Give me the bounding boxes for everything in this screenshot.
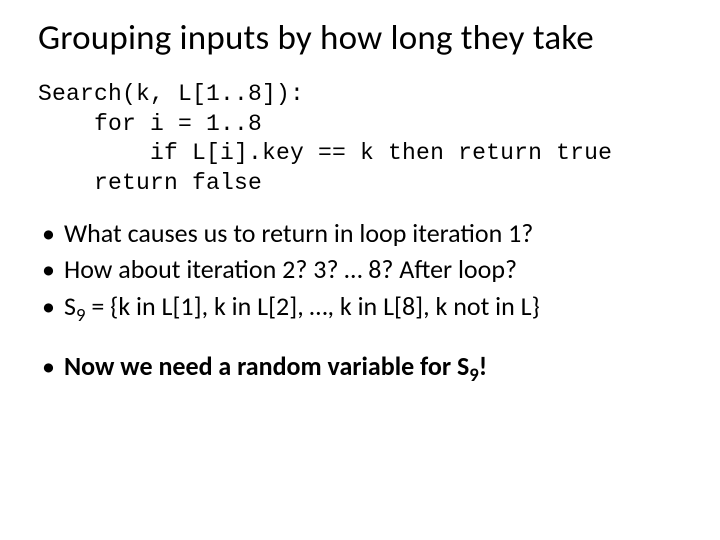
bullet-3-post: = {k in L[1], k in L[2], …, k in L[8], k… — [85, 290, 539, 322]
bullet-4: Now we need a random variable for S9! — [38, 349, 682, 383]
code-line-1: Search(k, L[1..8]): — [38, 81, 304, 107]
bullet-4-post: ! — [479, 350, 487, 382]
bullet-3-sub: 9 — [76, 304, 85, 327]
code-line-4: return false — [38, 170, 262, 196]
slide-title: Grouping inputs by how long they take — [38, 18, 682, 58]
code-line-2: for i = 1..8 — [38, 111, 262, 137]
bullet-1-text: What causes us to return in loop iterati… — [64, 217, 533, 249]
bullet-2-text: How about iteration 2? 3? … 8? After loo… — [64, 253, 517, 285]
slide: Grouping inputs by how long they take Se… — [0, 0, 720, 540]
bullet-3: S9 = {k in L[1], k in L[2], …, k in L[8]… — [38, 289, 682, 323]
bullet-3-pre: S — [64, 290, 76, 322]
bullet-4-sub: 9 — [469, 364, 478, 387]
bullet-4-pre: Now we need a random variable for S — [64, 350, 469, 382]
bullet-list-2: Now we need a random variable for S9! — [38, 349, 682, 383]
bullet-list-1: What causes us to return in loop iterati… — [38, 216, 682, 323]
code-block: Search(k, L[1..8]): for i = 1..8 if L[i]… — [38, 80, 682, 198]
bullet-1: What causes us to return in loop iterati… — [38, 216, 682, 250]
code-line-3: if L[i].key == k then return true — [38, 140, 612, 166]
bullet-2: How about iteration 2? 3? … 8? After loo… — [38, 252, 682, 286]
